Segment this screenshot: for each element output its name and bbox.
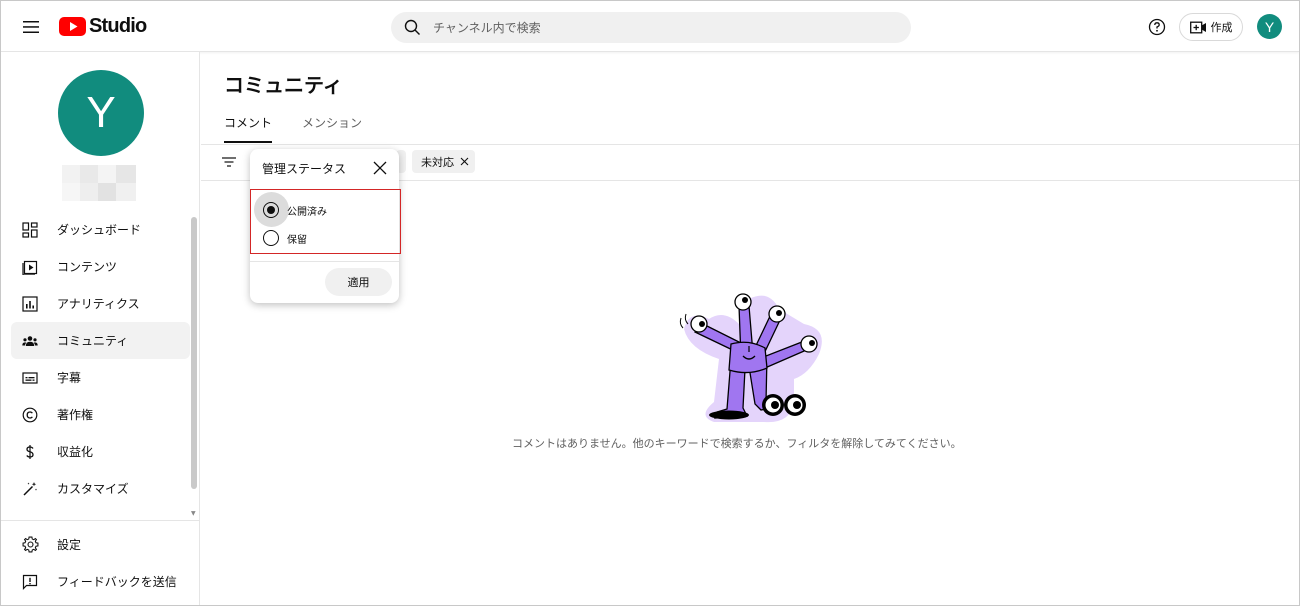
sidebar-item-label: ダッシュボード [57, 223, 142, 237]
sidebar-item-customize[interactable]: カスタマイズ [11, 470, 190, 507]
sidebar-item-label: コンテンツ [57, 260, 118, 274]
sidebar-item-feedback[interactable]: フィードバックを送信 [11, 563, 190, 600]
radio-checked-icon[interactable] [263, 202, 279, 218]
sidebar-nav: ダッシュボード コンテンツ アナリティクス コミュニティ 字幕 著作権 収益化 … [11, 211, 190, 507]
sidebar-item-label: 字幕 [57, 371, 82, 385]
studio-logo[interactable]: Studio [59, 14, 147, 38]
empty-state-illustration [679, 293, 822, 423]
sidebar-item-label: カスタマイズ [57, 482, 129, 496]
scroll-down-arrow-icon[interactable]: ▼ [191, 510, 196, 517]
hamburger-icon [23, 21, 39, 33]
sidebar-item-content[interactable]: コンテンツ [11, 248, 190, 285]
sidebar-item-copyright[interactable]: 著作権 [11, 396, 190, 433]
option-held[interactable]: 保留 [263, 230, 307, 246]
search-bar[interactable] [391, 12, 911, 43]
apply-button[interactable]: 適用 [325, 268, 392, 296]
subtitles-icon [21, 369, 39, 387]
dashboard-icon [21, 221, 39, 239]
sidebar-item-dashboard[interactable]: ダッシュボード [11, 211, 190, 248]
chip-label: 未対応 [421, 155, 454, 169]
account-avatar[interactable]: Y [1257, 14, 1282, 39]
top-header: Studio 作成 Y [1, 1, 1299, 52]
empty-state-message: コメントはありません。他のキーワードで検索するか、フィルタを解除してみてください… [512, 437, 962, 450]
status-options-highlight: 公開済み 保留 [250, 189, 401, 254]
settings-icon [21, 536, 39, 554]
tab-comments[interactable]: コメント [224, 114, 273, 143]
radio-unchecked-icon[interactable] [263, 230, 279, 246]
option-published[interactable]: 公開済み [263, 202, 327, 218]
sidebar-item-monetization[interactable]: 収益化 [11, 433, 190, 470]
monetization-icon [21, 443, 39, 461]
analytics-icon [21, 295, 39, 313]
search-icon [404, 19, 420, 35]
sidebar-scrollbar[interactable] [191, 217, 197, 489]
sidebar-item-analytics[interactable]: アナリティクス [11, 285, 190, 322]
help-icon[interactable] [1147, 17, 1167, 37]
youtube-play-icon [59, 16, 86, 36]
studio-window: Studio 作成 Y Y [0, 0, 1300, 606]
filter-chip-unresponded[interactable]: 未対応 [412, 150, 475, 173]
close-icon[interactable] [372, 160, 388, 176]
tab-bar: コメント メンション [224, 114, 362, 143]
sidebar: Y ダッシュボード コンテンツ アナリティクス コミュニティ 字幕 著作権 収益… [1, 52, 200, 605]
tab-mentions[interactable]: メンション [302, 114, 362, 143]
sidebar-item-label: アナリティクス [57, 297, 140, 311]
sidebar-item-label: 設定 [57, 538, 82, 552]
customize-icon [21, 480, 39, 498]
community-icon [21, 332, 39, 350]
channel-name-redacted [62, 165, 136, 201]
tabs-divider [201, 144, 1299, 145]
chip-close-icon[interactable] [460, 157, 469, 166]
popup-divider [250, 261, 399, 262]
feedback-icon [21, 573, 39, 591]
filter-icon[interactable] [220, 153, 238, 171]
sidebar-item-settings[interactable]: 設定 [11, 526, 190, 563]
sidebar-item-community[interactable]: コミュニティ [11, 322, 190, 359]
option-label: 公開済み [287, 206, 327, 218]
sidebar-item-label: 著作権 [57, 408, 94, 422]
copyright-icon [21, 406, 39, 424]
sidebar-item-label: フィードバックを送信 [57, 575, 177, 589]
create-button[interactable]: 作成 [1179, 13, 1243, 41]
menu-button[interactable] [15, 11, 47, 43]
sidebar-item-subtitles[interactable]: 字幕 [11, 359, 190, 396]
search-input[interactable] [433, 20, 873, 35]
channel-avatar[interactable]: Y [58, 70, 144, 156]
create-label: 作成 [1210, 21, 1233, 34]
sidebar-item-label: コミュニティ [57, 334, 129, 348]
sidebar-item-label: 収益化 [57, 445, 94, 459]
sidebar-divider [1, 520, 199, 521]
page-title: コミュニティ [224, 73, 343, 97]
sidebar-bottom-nav: 設定 フィードバックを送信 [11, 526, 190, 600]
logo-text: Studio [89, 14, 147, 37]
popup-title: 管理ステータス [262, 162, 347, 176]
content-icon [21, 258, 39, 276]
status-filter-popup: 管理ステータス 公開済み 保留 適用 [250, 149, 401, 303]
option-label: 保留 [287, 234, 307, 246]
create-video-icon [1189, 21, 1206, 33]
